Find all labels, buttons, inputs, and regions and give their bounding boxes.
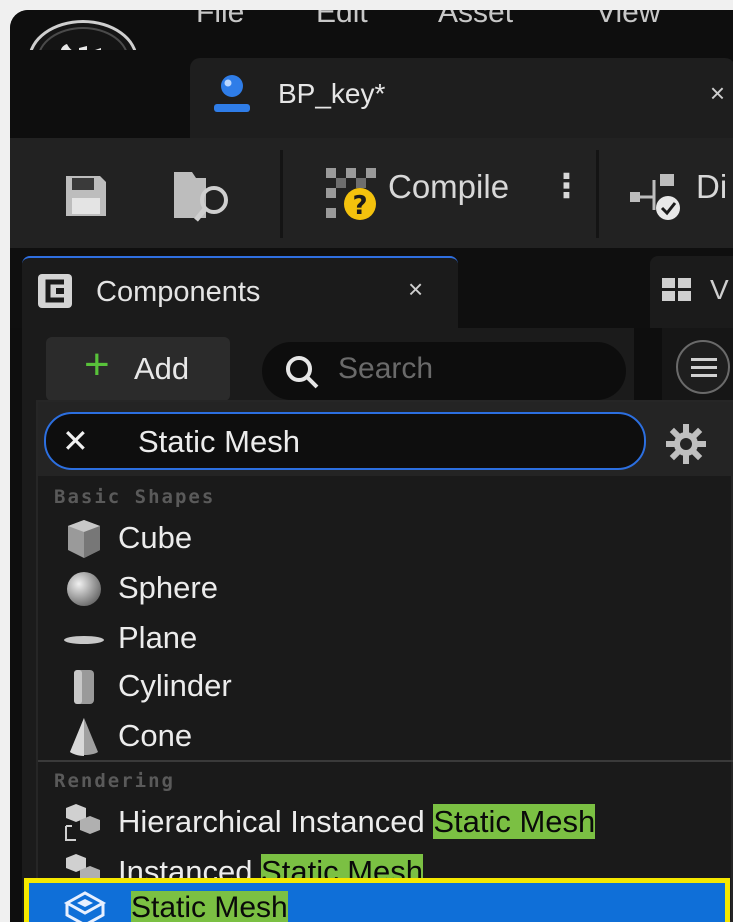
tab-title: BP_key*: [278, 78, 386, 109]
tab-bp-key[interactable]: BP_key* ×: [190, 58, 733, 138]
save-icon[interactable]: [64, 174, 108, 218]
toolbar: ? Compile ⋮ Di: [10, 138, 733, 248]
browse-asset-icon[interactable]: [170, 168, 232, 224]
cube-icon: [68, 520, 100, 558]
add-component-button[interactable]: + Add: [46, 337, 230, 401]
diff-button-label[interactable]: Di: [696, 168, 727, 206]
toolbar-separator: [280, 150, 283, 238]
plus-icon: +: [84, 340, 110, 389]
diff-icon[interactable]: [630, 170, 686, 224]
list-item-cone[interactable]: Cone: [62, 714, 722, 758]
tab-viewport[interactable]: V: [650, 256, 733, 328]
tab-close-button[interactable]: ×: [710, 78, 725, 109]
list-item-static-mesh[interactable]: Static Mesh: [24, 878, 730, 922]
item-label: Cube: [118, 520, 193, 555]
document-tab-strip: BP_key* ×: [10, 50, 733, 140]
instanced-mesh-icon: [65, 804, 100, 841]
item-label: Sphere: [118, 570, 218, 605]
viewport-tab-label: V: [710, 274, 729, 305]
filter-match-highlight: Static Mesh: [433, 804, 596, 839]
cone-icon: [70, 718, 98, 756]
item-label: Static Mesh: [131, 891, 288, 922]
menu-view[interactable]: View: [596, 10, 660, 30]
list-item-cylinder[interactable]: Cylinder: [62, 664, 722, 708]
plane-icon: [64, 636, 104, 644]
editor-window: File Edit Asset View BP_key* × ? Compile…: [10, 10, 733, 922]
components-tab-label: Components: [96, 276, 261, 308]
compile-button[interactable]: Compile: [388, 168, 509, 206]
filter-input[interactable]: ✕ Static Mesh: [44, 412, 646, 470]
list-item-sphere[interactable]: Sphere: [62, 566, 722, 610]
gear-icon[interactable]: [666, 424, 706, 464]
list-item-cube[interactable]: Cube: [62, 516, 722, 560]
menu-asset[interactable]: Asset: [438, 10, 513, 30]
compile-options-button[interactable]: ⋮: [550, 166, 583, 205]
compile-status-icon[interactable]: ?: [326, 168, 380, 222]
category-rendering: Rendering: [54, 770, 175, 792]
menu-edit[interactable]: Edit: [316, 10, 368, 30]
category-divider: [38, 760, 733, 762]
viewport-menu-button[interactable]: [676, 340, 730, 394]
tab-components[interactable]: Components ×: [22, 256, 458, 328]
blueprint-actor-icon: [214, 75, 250, 112]
static-mesh-icon: [63, 891, 107, 922]
menu-filter-bar: ✕ Static Mesh: [38, 402, 733, 476]
hamburger-icon: [691, 358, 717, 377]
cylinder-icon: [74, 670, 94, 704]
toolbar-separator: [596, 150, 599, 238]
panel-tab-strip: Components × V: [10, 248, 733, 328]
item-label: Cylinder: [118, 668, 232, 703]
viewport-icon: [662, 278, 691, 301]
filter-value: Static Mesh: [138, 424, 300, 459]
components-icon: [38, 274, 72, 308]
components-tab-close-button[interactable]: ×: [408, 274, 423, 305]
item-label: Plane: [118, 620, 198, 655]
add-button-label: Add: [134, 351, 190, 386]
search-input[interactable]: Search: [262, 342, 626, 400]
item-label: Cone: [118, 718, 193, 753]
search-icon: [286, 356, 319, 389]
item-label: Hierarchical Instanced Static Mesh: [118, 804, 596, 839]
add-component-menu: ✕ Static Mesh Basic Shapes Cube Sphere P…: [36, 400, 733, 922]
menu-file[interactable]: File: [196, 10, 244, 30]
clear-filter-icon[interactable]: ✕: [62, 422, 89, 460]
list-item-hierarchical-instanced-static-mesh[interactable]: Hierarchical Instanced Static Mesh: [62, 800, 722, 844]
category-basic-shapes: Basic Shapes: [54, 486, 216, 508]
svg-text:?: ?: [352, 191, 367, 221]
search-placeholder: Search: [338, 352, 434, 385]
list-item-plane[interactable]: Plane: [62, 616, 722, 660]
sphere-icon: [67, 572, 101, 606]
